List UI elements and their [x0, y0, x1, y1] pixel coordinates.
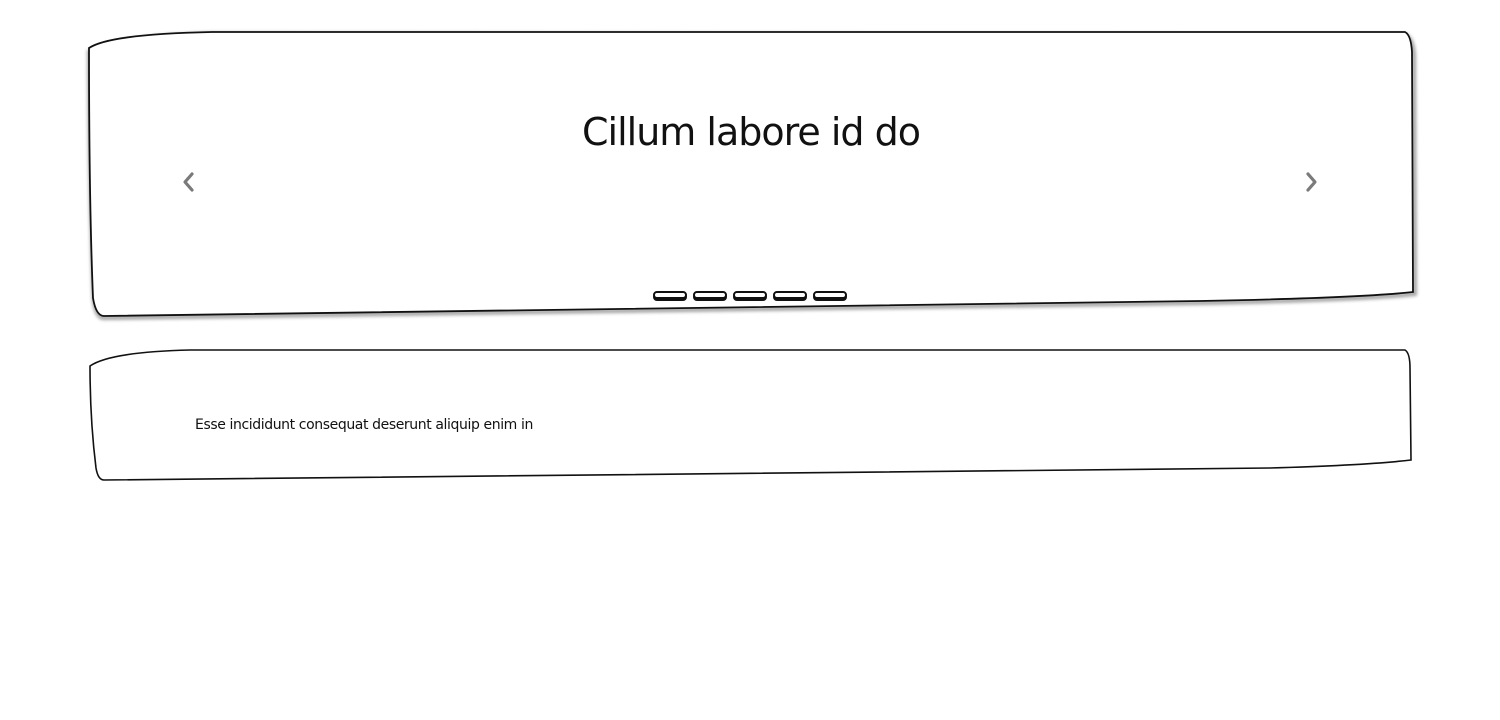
carousel-next-button[interactable] — [1292, 162, 1332, 202]
chevron-right-icon — [1305, 171, 1319, 193]
card-text: Esse incididunt consequat deserunt aliqu… — [195, 417, 533, 433]
carousel-indicator-4[interactable] — [773, 291, 807, 299]
carousel-indicator-1[interactable] — [653, 291, 687, 299]
carousel-indicator-2[interactable] — [693, 291, 727, 299]
carousel-indicator-5[interactable] — [813, 291, 847, 299]
carousel-title: Cillum labore id do — [582, 110, 921, 154]
carousel: Cillum labore id do — [88, 32, 1414, 318]
carousel-prev-button[interactable] — [168, 162, 208, 202]
carousel-indicator-3[interactable] — [733, 291, 767, 299]
content-card: Esse incididunt consequat deserunt aliqu… — [89, 350, 1413, 482]
carousel-indicators — [653, 291, 847, 299]
chevron-left-icon — [181, 171, 195, 193]
